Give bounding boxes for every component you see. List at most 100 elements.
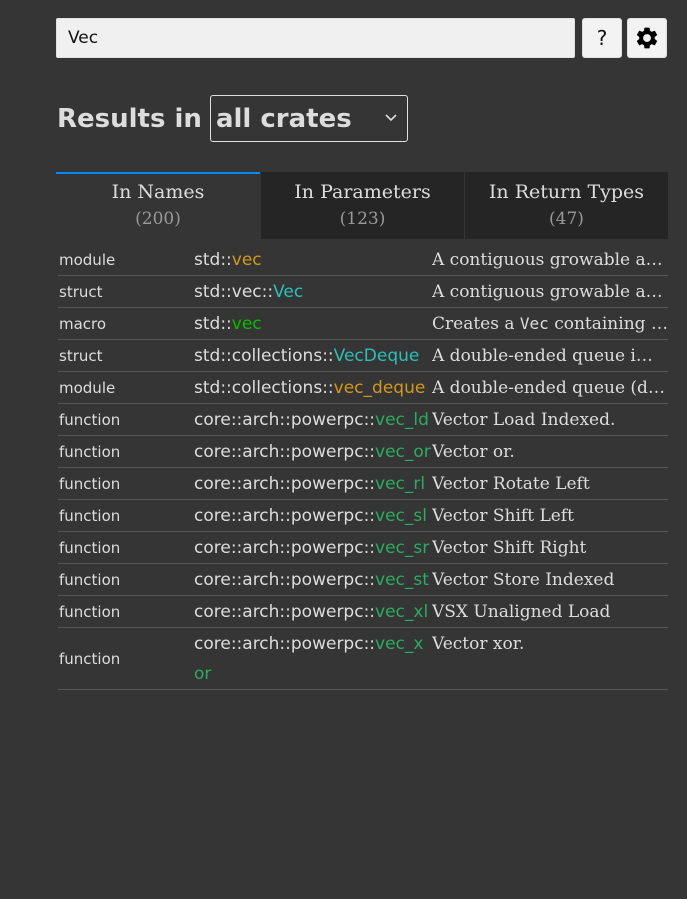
result-description: Vector Load Indexed.: [432, 410, 616, 430]
result-kind: function: [59, 602, 121, 621]
result-kind: struct: [59, 346, 103, 365]
result-path[interactable]: core::arch::powerpc::vec_ld: [194, 404, 432, 435]
chevron-down-icon: [385, 114, 397, 122]
result-row[interactable]: module std::collections::vec_deque A doubl…: [58, 372, 668, 404]
result-path-prefix: core::arch::powerpc::: [194, 506, 376, 526]
result-description: Vector Rotate Left: [432, 474, 590, 494]
result-kind: function: [59, 474, 121, 493]
result-path[interactable]: std::vec::Vec: [194, 276, 432, 307]
result-item-name: vec_deque: [333, 378, 426, 398]
result-path-prefix: core::arch::powerpc::: [194, 442, 376, 462]
tab-in-names[interactable]: In Names (200): [56, 172, 260, 239]
result-item-name: vec_sl: [375, 506, 427, 526]
result-row[interactable]: function core::arch::powerpc::vec_ld Vecto…: [58, 404, 668, 436]
result-description: A contiguous growable array type, writte…: [432, 282, 668, 302]
tab-count: (123): [339, 209, 386, 229]
result-row[interactable]: struct std::collections::VecDeque A double…: [58, 340, 668, 372]
result-path[interactable]: core::arch::powerpc::vec_xor: [194, 628, 432, 689]
crate-filter-select[interactable]: all crates: [209, 95, 408, 142]
result-kind: function: [59, 649, 121, 668]
result-row[interactable]: function core::arch::powerpc::vec_xl VSX U…: [58, 596, 668, 628]
result-description: A double-ended queue (deque) implemented…: [432, 378, 668, 398]
result-item-name: VecDeque: [333, 346, 420, 366]
result-item-name: vec_sr: [375, 538, 430, 558]
result-description: Vector Shift Left: [432, 506, 574, 526]
result-path[interactable]: std::collections::VecDeque: [194, 340, 432, 371]
desc-code: Vec: [519, 314, 549, 333]
result-row[interactable]: function core::arch::powerpc::vec_st Vecto…: [58, 564, 668, 596]
result-description: A contiguous growable array type with he…: [432, 250, 668, 270]
result-path[interactable]: core::arch::powerpc::vec_sr: [194, 532, 432, 563]
tab-label: In Parameters: [294, 181, 431, 203]
result-path[interactable]: core::arch::powerpc::vec_or: [194, 436, 432, 467]
crate-filter-value: all crates: [215, 103, 352, 134]
result-item-name: vec_rl: [375, 474, 426, 494]
search-input[interactable]: [56, 18, 575, 58]
result-path-prefix: std::vec::: [194, 282, 274, 302]
tab-in-parameters[interactable]: In Parameters (123): [260, 172, 464, 239]
result-kind: function: [59, 442, 121, 461]
result-item-name: vec: [231, 250, 262, 270]
result-description: Vector Shift Right: [432, 538, 587, 558]
result-description: Vector xor.: [432, 634, 525, 654]
result-description: Vector Store Indexed: [432, 570, 615, 590]
result-kind: function: [59, 506, 121, 525]
result-path-prefix: core::arch::powerpc::: [194, 570, 376, 590]
result-row[interactable]: function core::arch::powerpc::vec_or Vecto…: [58, 436, 668, 468]
result-description: A double-ended queue implemented with a …: [432, 346, 668, 366]
result-description: VSX Unaligned Load: [432, 602, 611, 622]
help-button[interactable]: ?: [582, 18, 622, 58]
result-row[interactable]: function core::arch::powerpc::vec_sr Vecto…: [58, 532, 668, 564]
search-results-list: modulestd::vecA contiguous growable arra…: [58, 244, 668, 690]
result-row[interactable]: function core::arch::powerpc::vec_rl Vecto…: [58, 468, 668, 500]
result-row[interactable]: modulestd::vecA contiguous growable arra…: [58, 244, 668, 276]
result-row[interactable]: function core::arch::powerpc::vec_xor Vect…: [58, 628, 668, 690]
result-kind: struct: [59, 282, 103, 301]
result-kind: function: [59, 410, 121, 429]
result-path-prefix: core::arch::powerpc::: [194, 602, 376, 622]
result-kind: macro: [59, 314, 107, 333]
tab-count: (47): [549, 209, 584, 229]
desc-text: Creates a: [432, 314, 520, 334]
result-kind: module: [59, 250, 116, 269]
result-path-prefix: core::arch::powerpc::: [194, 538, 376, 558]
result-path[interactable]: std::collections::vec_deque: [194, 372, 432, 403]
result-kind: function: [59, 570, 121, 589]
result-path-prefix: core::arch::powerpc::: [194, 634, 376, 654]
result-description: Creates a Vec containing the arguments.: [432, 308, 668, 339]
result-path[interactable]: std::vec: [194, 244, 432, 275]
gear-icon: [636, 27, 658, 49]
tab-label: In Names: [111, 181, 205, 203]
result-kind: function: [59, 538, 121, 557]
result-item-name: vec_xl: [375, 602, 429, 622]
tab-in-return-types[interactable]: In Return Types (47): [464, 172, 668, 239]
result-item-name: vec: [231, 314, 262, 334]
results-tabs: In Names (200) In Parameters (123) In Re…: [56, 172, 668, 239]
result-description: Vector or.: [432, 442, 515, 462]
tab-label: In Return Types: [488, 181, 645, 203]
result-path-prefix: core::arch::powerpc::: [194, 410, 376, 430]
desc-text: containing the arguments.: [554, 314, 668, 334]
result-item-name: vec_ld: [375, 410, 429, 430]
result-row[interactable]: struct std::vec::Vec A contiguous growable…: [58, 276, 668, 308]
result-item-name: Vec: [273, 282, 304, 302]
result-path[interactable]: core::arch::powerpc::vec_rl: [194, 468, 432, 499]
result-path-prefix: std::collections::: [194, 346, 334, 366]
result-path-prefix: std::: [194, 314, 232, 334]
result-kind: module: [59, 378, 116, 397]
result-item-name: vec_st: [375, 570, 429, 590]
result-path-prefix: std::: [194, 250, 232, 270]
tab-count: (200): [135, 209, 181, 229]
results-title: Results in: [57, 103, 202, 134]
result-path[interactable]: core::arch::powerpc::vec_st: [194, 564, 432, 595]
result-path-prefix: core::arch::powerpc::: [194, 474, 376, 494]
result-item-name: vec_or: [375, 442, 431, 462]
result-row[interactable]: function core::arch::powerpc::vec_sl Vecto…: [58, 500, 668, 532]
result-row[interactable]: macro std::vec Creates a Vec containing th…: [58, 308, 668, 340]
settings-button[interactable]: [627, 18, 667, 58]
results-header: Results in all crates: [57, 95, 408, 142]
result-path[interactable]: core::arch::powerpc::vec_sl: [194, 500, 432, 531]
result-path[interactable]: core::arch::powerpc::vec_xl: [194, 596, 432, 627]
result-path[interactable]: std::vec: [194, 308, 432, 339]
result-path-prefix: std::collections::: [194, 378, 334, 398]
